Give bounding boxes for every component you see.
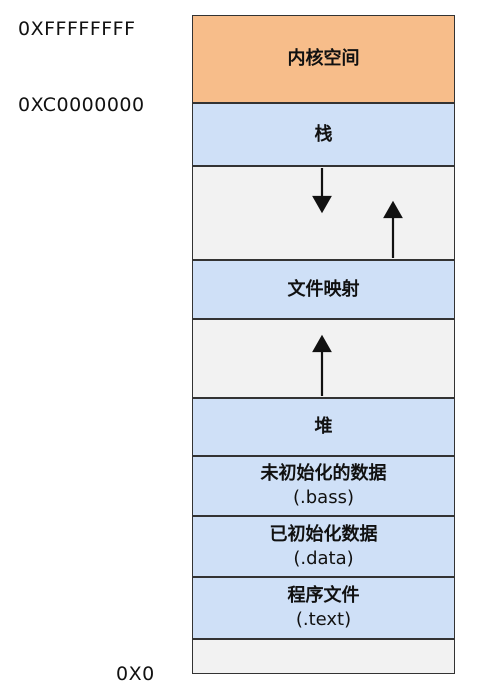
address-bottom: 0X0 (116, 663, 155, 685)
mmap-up-arrow (383, 200, 403, 258)
address-top: 0XFFFFFFFF (18, 18, 136, 40)
memory-layout-column: 内核空间 栈 文件映射 堆 未初始化的数据 (.bass) 已初始化数据 (.d… (192, 15, 457, 674)
address-kernel-boundary: 0XC0000000 (18, 94, 145, 116)
stack-down-arrow (312, 168, 332, 214)
heap-up-arrow (312, 334, 332, 396)
growth-arrows (312, 168, 403, 396)
